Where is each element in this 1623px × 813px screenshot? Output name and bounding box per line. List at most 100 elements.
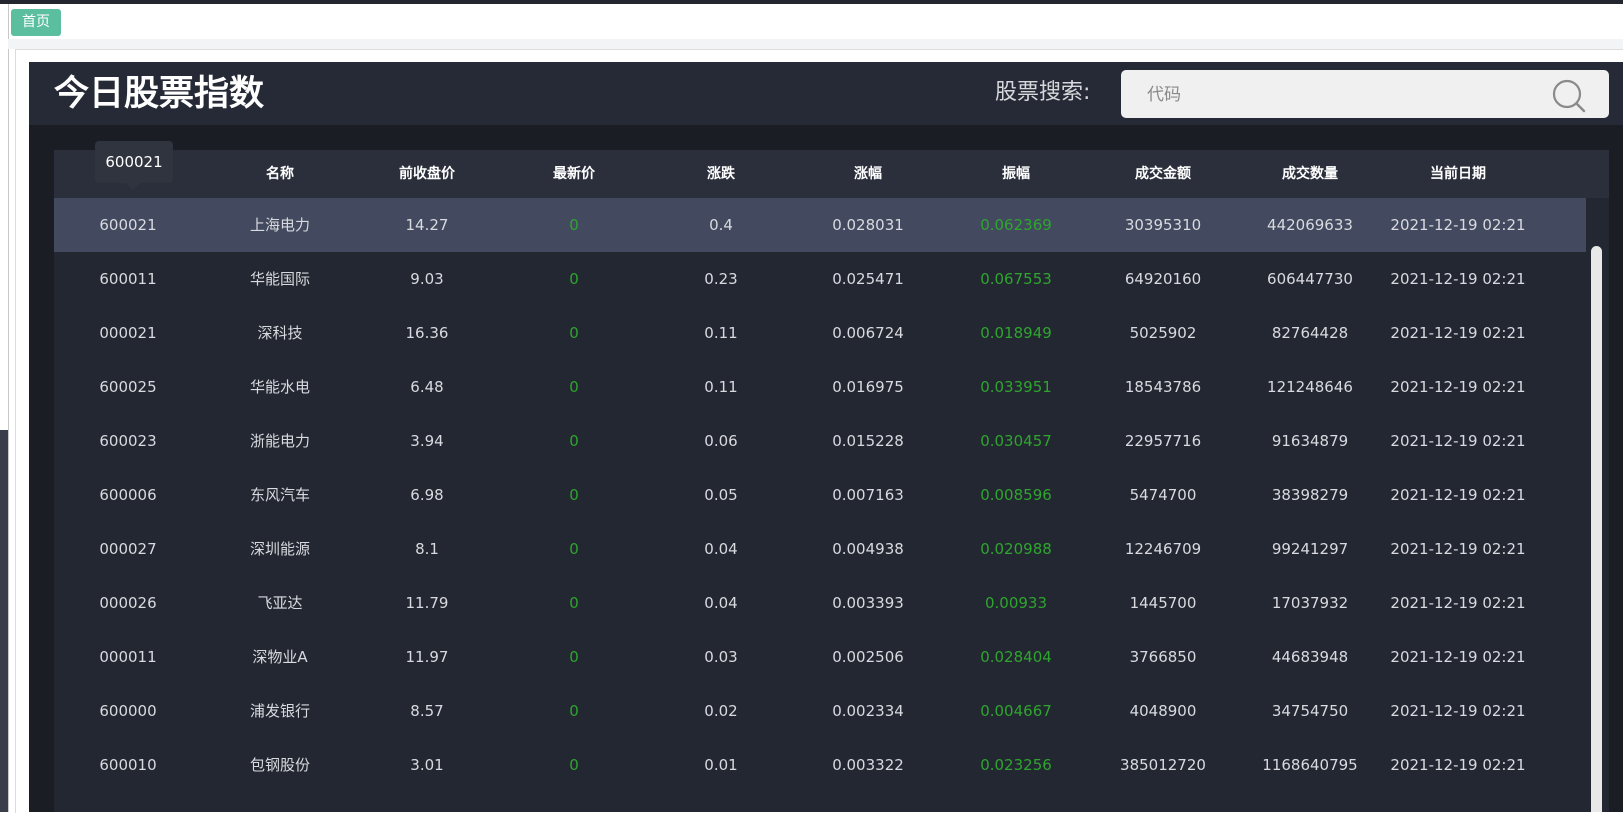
search-icon[interactable] [1551,78,1587,114]
table-row[interactable]: 600023 浙能电力 3.94 0 0.06 0.015228 0.030457 22957… [54,414,1586,468]
cell-col-amplitude: 0.018949 [980,324,1052,342]
header-col-prev-close[interactable]: 前收盘价 [357,150,497,198]
cell-col-amplitude: 0.028404 [980,648,1052,666]
cell-col-code: 600023 [99,432,157,450]
cell-col-name: 深物业A [252,648,308,666]
cell-col-code: 000011 [99,648,157,666]
cell-col-change-pct: 0.015228 [832,432,904,450]
cell-col-name: 飞亚达 [257,594,303,612]
scrollbar[interactable] [1586,198,1609,812]
cell-col-volume: 38398279 [1271,486,1349,504]
cell-col-date: 2021-12-19 02:21 [1390,432,1526,450]
cell-col-latest-price: 0 [569,702,579,720]
header-col-amplitude[interactable]: 振幅 [946,150,1086,198]
cell-col-turnover: 22957716 [1124,432,1202,450]
table-row[interactable]: 000026 飞亚达 11.79 0 0.04 0.003393 0.00933 144570… [54,576,1586,630]
cell-col-name: 东风汽车 [249,486,310,504]
cell-col-turnover: 30395310 [1124,216,1202,234]
cell-col-date: 2021-12-19 02:21 [1390,378,1526,396]
cell-col-date: 2021-12-19 02:21 [1390,324,1526,342]
cell-col-prev-close: 11.97 [405,648,449,666]
cell-col-change: 0.05 [704,486,738,504]
header-col-date[interactable]: 当前日期 [1388,150,1528,198]
cell-col-latest-price: 0 [569,324,579,342]
cell-col-code: 000026 [99,594,157,612]
table-row[interactable]: 600025 华能水电 6.48 0 0.11 0.016975 0.033951 18543… [54,360,1586,414]
cell-col-change: 0.11 [704,324,738,342]
cell-col-volume: 1168640795 [1262,756,1358,774]
cell-col-turnover: 3766850 [1129,648,1197,666]
table-row[interactable]: 600006 东风汽车 6.98 0 0.05 0.007163 0.008596 54747… [54,468,1586,522]
table-row[interactable]: 000021 深科技 16.36 0 0.11 0.006724 0.018949 50259… [54,306,1586,360]
cell-col-change: 0.4 [709,216,733,234]
cell-col-volume: 99241297 [1271,540,1349,558]
cell-col-volume: 442069633 [1267,216,1353,234]
cell-col-date: 2021-12-19 02:21 [1390,270,1526,288]
cell-col-latest-price: 0 [569,594,579,612]
cell-col-latest-price: 0 [569,432,579,450]
table-row[interactable]: 000011 深物业A 11.97 0 0.03 0.002506 0.028404 3766… [54,630,1586,684]
tooltip: 600021 [95,141,173,183]
table-body: 600021 上海电力 14.27 0 0.4 0.028031 0.062369 30395… [54,198,1586,792]
tab-home[interactable]: 首页 [11,9,61,36]
cell-col-name: 浦发银行 [249,702,310,720]
header-col-change[interactable]: 涨跌 [651,150,791,198]
cell-col-amplitude: 0.004667 [980,702,1052,720]
cell-col-code: 000027 [99,540,157,558]
cell-col-date: 2021-12-19 02:21 [1390,756,1526,774]
cell-col-code: 600010 [99,756,157,774]
cell-col-date: 2021-12-19 02:21 [1390,594,1526,612]
table-row[interactable]: 600000 浦发银行 8.57 0 0.02 0.002334 0.004667 40489… [54,684,1586,738]
cell-col-turnover: 18543786 [1124,378,1202,396]
cell-col-latest-price: 0 [569,486,579,504]
cell-col-code: 600000 [99,702,157,720]
cell-col-amplitude: 0.008596 [980,486,1052,504]
cell-col-turnover: 64920160 [1124,270,1202,288]
cell-col-amplitude: 0.033951 [980,378,1052,396]
cell-col-prev-close: 16.36 [405,324,449,342]
cell-col-date: 2021-12-19 02:21 [1390,648,1526,666]
table-header: 代码名称前收盘价最新价涨跌涨幅振幅成交金额成交数量当前日期 [54,150,1609,198]
table-row[interactable]: 000027 深圳能源 8.1 0 0.04 0.004938 0.020988 122467… [54,522,1586,576]
cell-col-latest-price: 0 [569,378,579,396]
header-col-name[interactable]: 名称 [210,150,350,198]
table-row[interactable]: 600011 华能国际 9.03 0 0.23 0.025471 0.067553 64920… [54,252,1586,306]
cell-col-change-pct: 0.025471 [832,270,904,288]
cell-col-date: 2021-12-19 02:21 [1390,486,1526,504]
cell-col-change: 0.02 [704,702,738,720]
tooltip-arrow [126,183,140,190]
cell-col-name: 包钢股份 [249,756,310,774]
cell-col-latest-price: 0 [569,216,579,234]
table-row[interactable]: 600021 上海电力 14.27 0 0.4 0.028031 0.062369 30395… [54,198,1586,252]
cell-col-change-pct: 0.003322 [832,756,904,774]
cell-col-change-pct: 0.003393 [832,594,904,612]
cell-col-name: 上海电力 [249,216,310,234]
search-label: 股票搜索: [995,80,1091,105]
cell-col-date: 2021-12-19 02:21 [1390,216,1526,234]
cell-col-name: 华能国际 [249,270,310,288]
header-col-change-pct[interactable]: 涨幅 [798,150,938,198]
cell-col-latest-price: 0 [569,540,579,558]
header-col-turnover[interactable]: 成交金额 [1093,150,1233,198]
cell-col-amplitude: 0.062369 [980,216,1052,234]
cell-col-change: 0.06 [704,432,738,450]
cell-col-amplitude: 0.020988 [980,540,1052,558]
left-sidebar-edge-dark [0,430,8,812]
header-col-latest-price[interactable]: 最新价 [504,150,644,198]
cell-col-turnover: 5025902 [1129,324,1197,342]
page-title: 今日股票指数 [54,74,265,114]
cell-col-turnover: 4048900 [1129,702,1197,720]
cell-col-change-pct: 0.004938 [832,540,904,558]
cell-col-change-pct: 0.002506 [832,648,904,666]
cell-col-code: 600011 [99,270,157,288]
cell-col-volume: 34754750 [1271,702,1349,720]
search-box [1121,70,1609,120]
search-input[interactable] [1145,70,1549,120]
cell-col-name: 浙能电力 [249,432,310,450]
header-col-volume[interactable]: 成交数量 [1240,150,1380,198]
cell-col-turnover: 1445700 [1129,594,1197,612]
cell-col-amplitude: 0.023256 [980,756,1052,774]
scrollbar-thumb[interactable] [1591,246,1602,812]
cell-col-change-pct: 0.028031 [832,216,904,234]
table-row[interactable]: 600010 包钢股份 3.01 0 0.01 0.003322 0.023256 38501… [54,738,1586,792]
